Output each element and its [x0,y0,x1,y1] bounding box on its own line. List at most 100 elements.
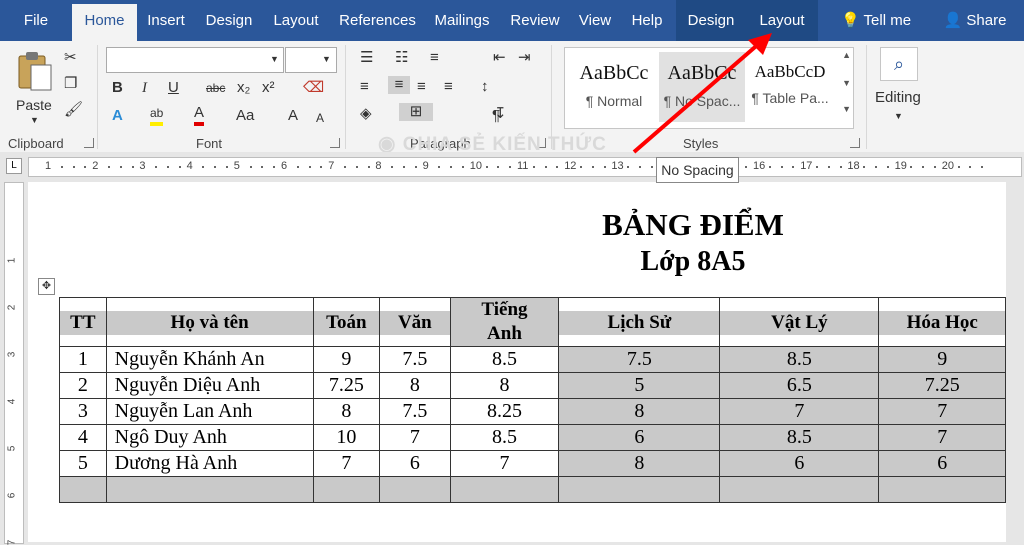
superscript-button[interactable]: x² [262,79,275,97]
style-item[interactable]: AaBbCc ¶ No Spac... [659,52,745,122]
table-cell[interactable]: Nguyễn Lan Anh [105,398,314,425]
increase-indent-icon[interactable]: ⇥ [518,49,531,67]
table-cell[interactable]: 8.5 [449,424,560,451]
table-header-cell[interactable]: Tiếng Anh [449,297,560,347]
table-header-cell[interactable]: Văn [379,297,451,347]
table-cell[interactable]: Dương Hà Anh [105,450,314,477]
gallery-more-icon[interactable]: ▼ [842,104,851,114]
table-cell[interactable]: Nguyễn Diệu Anh [105,372,314,399]
align-right-icon[interactable]: ≡ [417,78,426,96]
table-cell[interactable]: 7.25 [312,372,381,399]
table-cell[interactable] [105,476,314,503]
format-painter-icon[interactable]: 🖌 [64,101,83,119]
table-cell[interactable]: 7 [449,450,560,477]
multilevel-list-icon[interactable]: ≡ [430,49,439,67]
table-header-cell[interactable]: Vật Lý [719,297,880,347]
table-cell[interactable]: 3 [59,398,107,425]
borders-icon[interactable]: ⊞ [399,103,433,121]
table-move-handle-icon[interactable]: ✥ [38,278,55,295]
tab-view[interactable]: View [572,0,618,41]
table-cell[interactable]: 7.25 [878,372,1006,399]
tab-layout-table[interactable]: Layout [746,0,818,41]
table-cell[interactable]: 7.5 [379,346,451,373]
table-cell[interactable]: 9 [878,346,1006,373]
table-cell[interactable]: 7.5 [379,398,451,425]
table-cell[interactable] [719,476,880,503]
table-cell[interactable]: 6 [878,450,1006,477]
tab-design[interactable]: Design [195,0,263,41]
table-cell[interactable] [312,476,381,503]
vertical-ruler[interactable]: 1 2 3 4 5 6 7 [4,182,24,545]
table-cell[interactable]: 6 [558,424,721,451]
table-header-cell[interactable]: Lịch Sử [558,297,721,347]
table-cell[interactable] [878,476,1006,503]
align-center-icon[interactable]: ≡ [388,76,410,94]
decrease-indent-icon[interactable]: ⇤ [493,49,506,67]
table-cell[interactable]: 8 [449,372,560,399]
tab-layout[interactable]: Layout [263,0,329,41]
table-cell[interactable]: 8 [312,398,381,425]
horizontal-ruler[interactable]: 1234567891011121314151617181920 [28,157,1022,177]
table-cell[interactable]: 5 [59,450,107,477]
tab-home[interactable]: Home [72,4,137,41]
gallery-scroll-down-icon[interactable]: ▼ [842,78,851,88]
font-name-select[interactable] [106,47,284,73]
table-cell[interactable] [59,476,107,503]
table-cell[interactable] [379,476,451,503]
styles-launcher-icon[interactable] [850,138,860,148]
editing-button[interactable]: ⌕ Editing ▼ [872,47,927,127]
gallery-scroll-up-icon[interactable]: ▲ [842,50,851,60]
table-cell[interactable]: 7 [379,424,451,451]
table-cell[interactable]: 10 [312,424,381,451]
table-cell[interactable]: 5 [558,372,721,399]
cut-icon[interactable]: ✂ [64,49,77,67]
shrink-font-button[interactable]: A [316,109,324,127]
clear-format-icon[interactable]: ⌫ [303,79,324,97]
document-page[interactable]: BẢNG ĐIỂM Lớp 8A5 ✥ TT Họ và tên Toán Văn Ti… [28,182,1006,542]
table-cell[interactable]: 8.5 [719,346,880,373]
share-button[interactable]: 👤 Share [935,0,1015,41]
table-cell[interactable]: 6 [719,450,880,477]
table-cell[interactable]: 7 [312,450,381,477]
table-cell[interactable]: 4 [59,424,107,451]
subscript-button[interactable]: x₂ [237,79,250,97]
table-cell[interactable]: 2 [59,372,107,399]
table-cell[interactable]: 8.25 [449,398,560,425]
table-cell[interactable]: 6 [379,450,451,477]
show-marks-icon[interactable]: ¶ [492,107,500,125]
table-cell[interactable]: 8.5 [719,424,880,451]
table-cell[interactable]: 7.5 [558,346,721,373]
tell-me-search[interactable]: 💡 Tell me [826,0,926,41]
italic-button[interactable]: I [142,79,147,97]
tab-mailings[interactable]: Mailings [426,0,498,41]
table-cell[interactable]: 8 [379,372,451,399]
tab-references[interactable]: References [329,0,426,41]
justify-icon[interactable]: ≡ [444,78,453,96]
grade-table[interactable]: TT Họ và tên Toán Văn Tiếng Anh Lịch Sử Vật Lý… [59,297,1006,503]
style-item[interactable]: AaBbCc ¶ Normal [571,52,657,122]
table-cell[interactable] [449,476,560,503]
table-cell[interactable]: 1 [59,346,107,373]
table-cell[interactable]: 8 [558,450,721,477]
numbering-icon[interactable]: ☷ [395,49,408,67]
style-item[interactable]: AaBbCcD ¶ Table Pa... [747,52,833,122]
line-spacing-icon[interactable]: ↕ [481,78,489,96]
grow-font-button[interactable]: A [288,107,298,125]
table-header-cell[interactable]: Họ và tên [105,297,314,347]
highlight-button[interactable]: ab [150,104,164,126]
table-cell[interactable]: Ngô Duy Anh [105,424,314,451]
bold-button[interactable]: B [112,79,123,97]
table-header-cell[interactable]: Hóa Học [878,297,1006,347]
table-cell[interactable]: 9 [312,346,381,373]
table-header-cell[interactable]: TT [59,297,107,347]
font-color-button[interactable]: A [194,104,205,126]
table-cell[interactable]: Nguyễn Khánh An [105,346,314,373]
table-cell[interactable]: 8.5 [449,346,560,373]
strikethrough-button[interactable]: abc [206,79,225,97]
clipboard-launcher-icon[interactable] [84,138,94,148]
table-cell[interactable]: 7 [719,398,880,425]
tab-help[interactable]: Help [618,0,676,41]
tab-selector-icon[interactable]: L [6,158,22,174]
tab-insert[interactable]: Insert [137,0,195,41]
paste-button[interactable]: Paste ▼ [14,47,56,127]
